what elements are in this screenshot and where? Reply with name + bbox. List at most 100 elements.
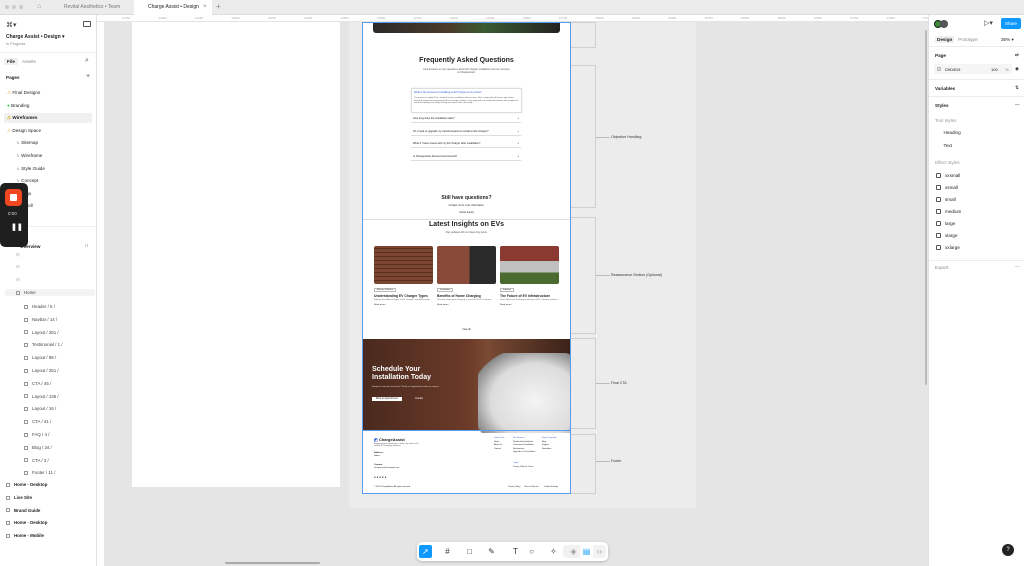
horizontal-scrollbar[interactable] — [225, 562, 320, 564]
read-more-link[interactable]: Read more › — [500, 304, 559, 306]
blog-card[interactable]: Installation Benefits of Home Charging Dis… — [437, 246, 496, 306]
toggle-sidebar-icon[interactable] — [83, 21, 91, 27]
footer-legal-item[interactable]: Privacy Policy & Terms — [513, 466, 533, 468]
footer-email[interactable]: chargeassist@example.com — [374, 467, 399, 469]
page-color-value[interactable]: D9D9D9 — [945, 67, 960, 72]
footer-link[interactable]: Privacy Policy — [508, 486, 520, 488]
effect-style-item[interactable]: xlarge — [936, 233, 958, 239]
effect-style-item[interactable]: xxsmall — [936, 173, 960, 179]
search-icon[interactable]: ⌕ — [85, 57, 89, 65]
variables-icon[interactable]: ⇅ — [1015, 85, 1019, 91]
canvas-scrollbar[interactable] — [925, 30, 927, 385]
frame-layer[interactable]: Brand Guide — [6, 508, 40, 513]
footer-link[interactable]: Contact — [494, 448, 504, 452]
tab-design[interactable]: Design — [935, 36, 955, 43]
frame-tool-icon[interactable]: # — [441, 545, 454, 558]
read-more-link[interactable]: Read more › — [374, 304, 433, 306]
page-item[interactable]: ● Branding — [4, 101, 92, 111]
help-button[interactable]: ? — [1002, 544, 1014, 556]
home-desktop-frame[interactable]: Frequently Asked Questions Find answers … — [362, 22, 571, 494]
page-item[interactable]: ↳ Style Guide — [4, 164, 92, 174]
stop-record-button[interactable] — [5, 189, 22, 206]
page-settings-icon[interactable]: ⇄ — [1015, 52, 1019, 58]
effect-style-item[interactable]: small — [936, 197, 956, 203]
tab-file[interactable]: File — [4, 58, 18, 65]
faq-item[interactable]: How long does the installation take? + — [411, 115, 521, 123]
frame-layer[interactable]: Home - Mobile — [6, 533, 44, 538]
layer-hidden-1[interactable]: ⊞ — [16, 252, 20, 258]
rectangle-tool-icon[interactable]: □ — [463, 545, 476, 558]
pen-tool-icon[interactable]: ✎ — [485, 545, 498, 558]
zoom-level[interactable]: 36% ▾ — [1001, 37, 1014, 43]
text-tool-icon[interactable]: T — [509, 545, 522, 558]
layer-hidden-3[interactable]: ⊞ — [16, 277, 20, 283]
effect-style-item[interactable]: xxlarge — [936, 245, 960, 251]
layer-item[interactable]: Layout / 251 / — [24, 368, 59, 373]
new-tab-icon[interactable]: + — [216, 2, 221, 11]
blog-card[interactable]: Electric Vehicles Understanding EV Charge… — [374, 246, 433, 306]
faq-open-item[interactable]: What is the process for installing an EV… — [411, 88, 522, 113]
blog-card[interactable]: Industry The Future of EV Infrastructure L… — [500, 246, 559, 306]
faq-item[interactable]: What if I have issues with my EV charger… — [411, 140, 521, 148]
layer-item[interactable]: Layout / 16 / — [24, 406, 56, 411]
page-item[interactable]: ⚠ Wireframes — [4, 113, 92, 124]
export-label[interactable]: Export — [935, 265, 948, 270]
layer-item[interactable]: Layout / 251 / — [24, 330, 59, 335]
layer-hidden-2[interactable]: ⊞ — [16, 264, 20, 270]
layer-item[interactable]: Blog / 34 / — [24, 445, 52, 450]
variables-label[interactable]: Variables — [935, 86, 955, 91]
share-button[interactable]: Share — [1001, 18, 1021, 29]
layer-item[interactable]: FAQ / 4 / — [24, 432, 49, 437]
footer-link[interactable]: Upgrades & Consultation — [513, 451, 535, 455]
window-controls[interactable] — [5, 5, 29, 10]
layer-item[interactable]: Layout / 99 / — [24, 355, 56, 360]
effect-style-item[interactable]: xsmall — [936, 185, 958, 191]
wireframe-frame[interactable] — [132, 22, 340, 487]
contact-button[interactable]: Contact — [415, 398, 423, 400]
figma-menu-icon[interactable]: ⌘▾ — [6, 21, 17, 29]
layer-item[interactable]: Layout / 136 / — [24, 394, 59, 399]
page-opacity-value[interactable]: 100 — [991, 67, 998, 72]
layer-home[interactable]: Home — [5, 289, 95, 296]
frame-layer[interactable]: Home - Desktop — [6, 482, 47, 487]
text-style-item[interactable]: · Heading — [938, 130, 961, 135]
faq-item[interactable]: Is ChargeAssist licensed and insured? + — [411, 153, 521, 161]
layer-item[interactable]: Footer / 11 / — [24, 470, 55, 475]
tab-charge-assist[interactable]: Charge Assist • Design — [134, 0, 212, 15]
layer-item[interactable]: CTA / 41 / — [24, 419, 51, 424]
frame-layer[interactable]: Home - Desktop — [6, 520, 47, 525]
page-item[interactable]: ⚠ Design Space — [4, 126, 92, 136]
tab-prototype[interactable]: Prototype — [958, 37, 978, 42]
faq-item[interactable]: Do I need to upgrade my electrical panel… — [411, 128, 521, 136]
add-page-icon[interactable]: + — [86, 73, 90, 80]
visibility-icon[interactable]: ◉ — [1015, 66, 1019, 72]
layer-item[interactable]: Header / 5 / — [24, 304, 55, 309]
effect-style-item[interactable]: medium — [936, 209, 961, 215]
page-item[interactable]: ↳ Wireframe — [4, 151, 92, 161]
page-item[interactable]: ↳ Sitemap — [4, 138, 92, 148]
page-item[interactable]: ⚠ Final Designs — [4, 88, 92, 98]
code-mode-icon[interactable]: ‹› — [593, 545, 606, 558]
book-appointment-button[interactable]: Book an Appointment — [372, 397, 402, 401]
layer-item[interactable]: Navbar / 14 / — [24, 317, 57, 322]
footer-link[interactable]: Newsletter — [542, 448, 556, 452]
pause-button[interactable]: ❚❚ — [11, 223, 23, 231]
collapse-styles-icon[interactable]: — — [1015, 102, 1020, 107]
close-tab-icon[interactable]: × — [203, 4, 207, 10]
page-color-field[interactable]: D9D9D9 100 % — [934, 64, 1012, 74]
avatar[interactable] — [940, 20, 948, 28]
social-icons[interactable]: ● ● ● ● ● — [374, 475, 386, 479]
layer-item[interactable]: CTA / 3 / — [24, 458, 49, 463]
layers-collapse-icon[interactable]: ⁝⁝ — [85, 243, 88, 249]
tab-revital[interactable]: Revital Aesthetics • Team — [50, 0, 134, 15]
layer-item[interactable]: Testimonial / 1 / — [24, 342, 63, 347]
file-title[interactable]: Charge Assist • Design ▾ — [6, 34, 65, 40]
view-all-button[interactable]: View all — [363, 328, 570, 331]
read-more-link[interactable]: Read more › — [437, 304, 496, 306]
actions-tool-icon[interactable]: ✧ — [547, 545, 560, 558]
footer-link[interactable]: Terms of Service — [524, 486, 539, 488]
home-icon[interactable]: ⌂ — [37, 3, 41, 10]
footer-link[interactable]: Cookie Settings — [544, 486, 558, 488]
move-tool-icon[interactable]: ➚ — [419, 545, 432, 558]
comment-tool-icon[interactable]: ○ — [525, 545, 538, 558]
